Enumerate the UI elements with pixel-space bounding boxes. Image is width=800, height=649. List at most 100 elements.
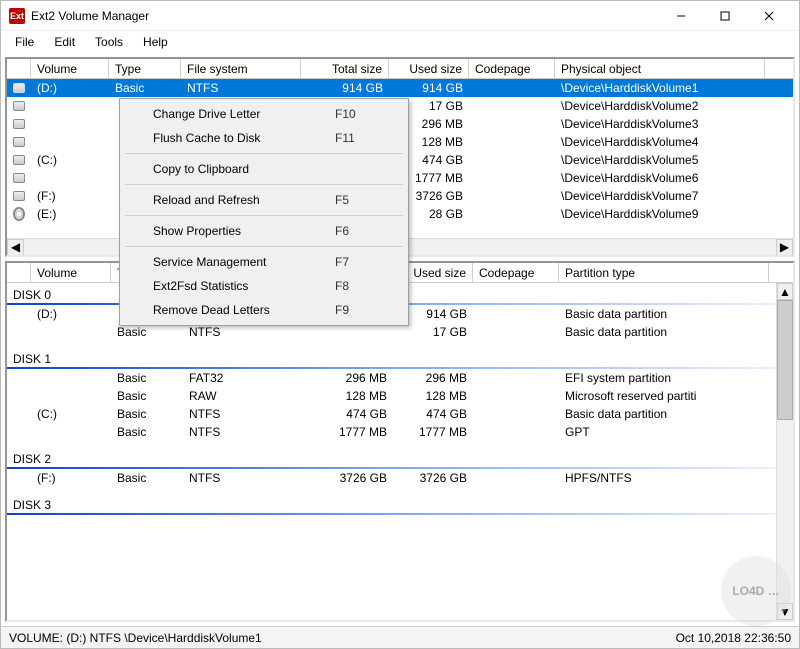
menu-item-label: Change Drive Letter [153, 107, 335, 121]
menu-item[interactable]: Ext2Fsd StatisticsF8 [123, 274, 405, 298]
cell: NTFS [183, 471, 313, 485]
context-menu[interactable]: Change Drive LetterF10Flush Cache to Dis… [119, 98, 409, 326]
cell: NTFS [183, 325, 313, 339]
disk-icon [7, 137, 31, 147]
cell: Basic [109, 81, 181, 95]
col-volume[interactable]: Volume [31, 59, 109, 78]
cell: Basic data partition [559, 407, 769, 421]
cell: \Device\HarddiskVolume9 [555, 207, 765, 221]
menu-item[interactable]: Change Drive LetterF10 [123, 102, 405, 126]
titlebar[interactable]: Ext Ext2 Volume Manager [1, 1, 799, 31]
cell: \Device\HarddiskVolume7 [555, 189, 765, 203]
menu-item-label: Reload and Refresh [153, 193, 335, 207]
menu-item[interactable]: Copy to Clipboard [123, 157, 405, 181]
status-right: Oct 10,2018 22:36:50 [676, 631, 791, 645]
cell: NTFS [181, 81, 301, 95]
cell: Basic data partition [559, 325, 769, 339]
menu-item-label: Remove Dead Letters [153, 303, 335, 317]
menu-item[interactable]: Service ManagementF7 [123, 250, 405, 274]
disk-icon [7, 173, 31, 183]
status-left: VOLUME: (D:) NTFS \Device\HarddiskVolume… [9, 631, 262, 645]
scroll-thumb[interactable] [777, 300, 793, 420]
disk-header[interactable]: DISK 1 [7, 351, 776, 369]
disk-icon [7, 191, 31, 201]
cell: Basic [111, 325, 183, 339]
menu-item[interactable]: Flush Cache to DiskF11 [123, 126, 405, 150]
pcol-volume[interactable]: Volume [31, 263, 111, 282]
cell: 3726 GB [313, 471, 393, 485]
menu-file[interactable]: File [7, 33, 42, 51]
cell: 1777 MB [393, 425, 473, 439]
cell: Basic [111, 389, 183, 403]
menu-item-shortcut: F11 [335, 131, 375, 145]
scroll-down-icon[interactable]: ▼ [777, 603, 793, 620]
partition-row[interactable]: BasicRAW128 MB128 MBMicrosoft reserved p… [7, 387, 776, 405]
disk-header[interactable]: DISK 2 [7, 451, 776, 469]
cd-icon [7, 207, 31, 221]
cell: 914 GB [301, 81, 389, 95]
menu-item-label: Flush Cache to Disk [153, 131, 335, 145]
col-total[interactable]: Total size [301, 59, 389, 78]
disk-icon [7, 101, 31, 111]
menu-separator [125, 246, 403, 247]
partitions-list[interactable]: DISK 0(D:)4 GB914 GBBasic data partition… [7, 283, 793, 620]
close-button[interactable] [747, 2, 791, 30]
vscrollbar-bottom[interactable]: ▲ ▼ [776, 283, 793, 620]
menu-item[interactable]: Remove Dead LettersF9 [123, 298, 405, 322]
partition-row[interactable]: BasicNTFS1777 MB1777 MBGPT [7, 423, 776, 441]
disk-icon [7, 83, 31, 93]
cell: (D:) [31, 81, 109, 95]
col-used[interactable]: Used size [389, 59, 469, 78]
menu-item[interactable]: Show PropertiesF6 [123, 219, 405, 243]
cell: (F:) [31, 189, 109, 203]
menu-item-shortcut: F6 [335, 224, 375, 238]
cell: Basic [111, 471, 183, 485]
menu-item-shortcut: F5 [335, 193, 375, 207]
cell: Basic data partition [559, 307, 769, 321]
menubar: File Edit Tools Help [1, 31, 799, 53]
menu-help[interactable]: Help [135, 33, 176, 51]
scroll-up-icon[interactable]: ▲ [777, 283, 793, 300]
cell: 296 MB [393, 371, 473, 385]
cell: (D:) [31, 307, 111, 321]
cell: \Device\HarddiskVolume2 [555, 99, 765, 113]
menu-item[interactable]: Reload and RefreshF5 [123, 188, 405, 212]
pcol-codepage[interactable]: Codepage [473, 263, 559, 282]
cell: \Device\HarddiskVolume3 [555, 117, 765, 131]
scroll-track[interactable] [777, 420, 793, 603]
cell: Basic [111, 425, 183, 439]
menu-tools[interactable]: Tools [87, 33, 131, 51]
pcol-partition-type[interactable]: Partition type [559, 263, 769, 282]
menu-separator [125, 184, 403, 185]
cell: 914 GB [389, 81, 469, 95]
cell: 1777 MB [313, 425, 393, 439]
disk-icon [7, 119, 31, 129]
window-title: Ext2 Volume Manager [31, 9, 659, 23]
cell: (C:) [31, 153, 109, 167]
scroll-right-icon[interactable]: ▶ [776, 239, 793, 256]
col-filesystem[interactable]: File system [181, 59, 301, 78]
col-codepage[interactable]: Codepage [469, 59, 555, 78]
minimize-button[interactable] [659, 2, 703, 30]
partition-row[interactable]: (F:)BasicNTFS3726 GB3726 GBHPFS/NTFS [7, 469, 776, 487]
menu-item-shortcut: F7 [335, 255, 375, 269]
cell: FAT32 [183, 371, 313, 385]
pcol-icon[interactable] [7, 263, 31, 282]
menu-edit[interactable]: Edit [46, 33, 83, 51]
partition-row[interactable]: (C:)BasicNTFS474 GB474 GBBasic data part… [7, 405, 776, 423]
cell: \Device\HarddiskVolume1 [555, 81, 765, 95]
col-icon[interactable] [7, 59, 31, 78]
col-physical[interactable]: Physical object [555, 59, 765, 78]
cell: Microsoft reserved partiti [559, 389, 769, 403]
cell: \Device\HarddiskVolume6 [555, 171, 765, 185]
disk-header[interactable]: DISK 3 [7, 497, 776, 515]
table-row[interactable]: (D:)BasicNTFS914 GB914 GB\Device\Harddis… [7, 79, 793, 97]
cell: 3726 GB [393, 471, 473, 485]
col-type[interactable]: Type [109, 59, 181, 78]
maximize-button[interactable] [703, 2, 747, 30]
scroll-left-icon[interactable]: ◀ [7, 239, 24, 256]
cell: (C:) [31, 407, 111, 421]
cell: EFI system partition [559, 371, 769, 385]
cell: Basic [111, 407, 183, 421]
partition-row[interactable]: BasicFAT32296 MB296 MBEFI system partiti… [7, 369, 776, 387]
